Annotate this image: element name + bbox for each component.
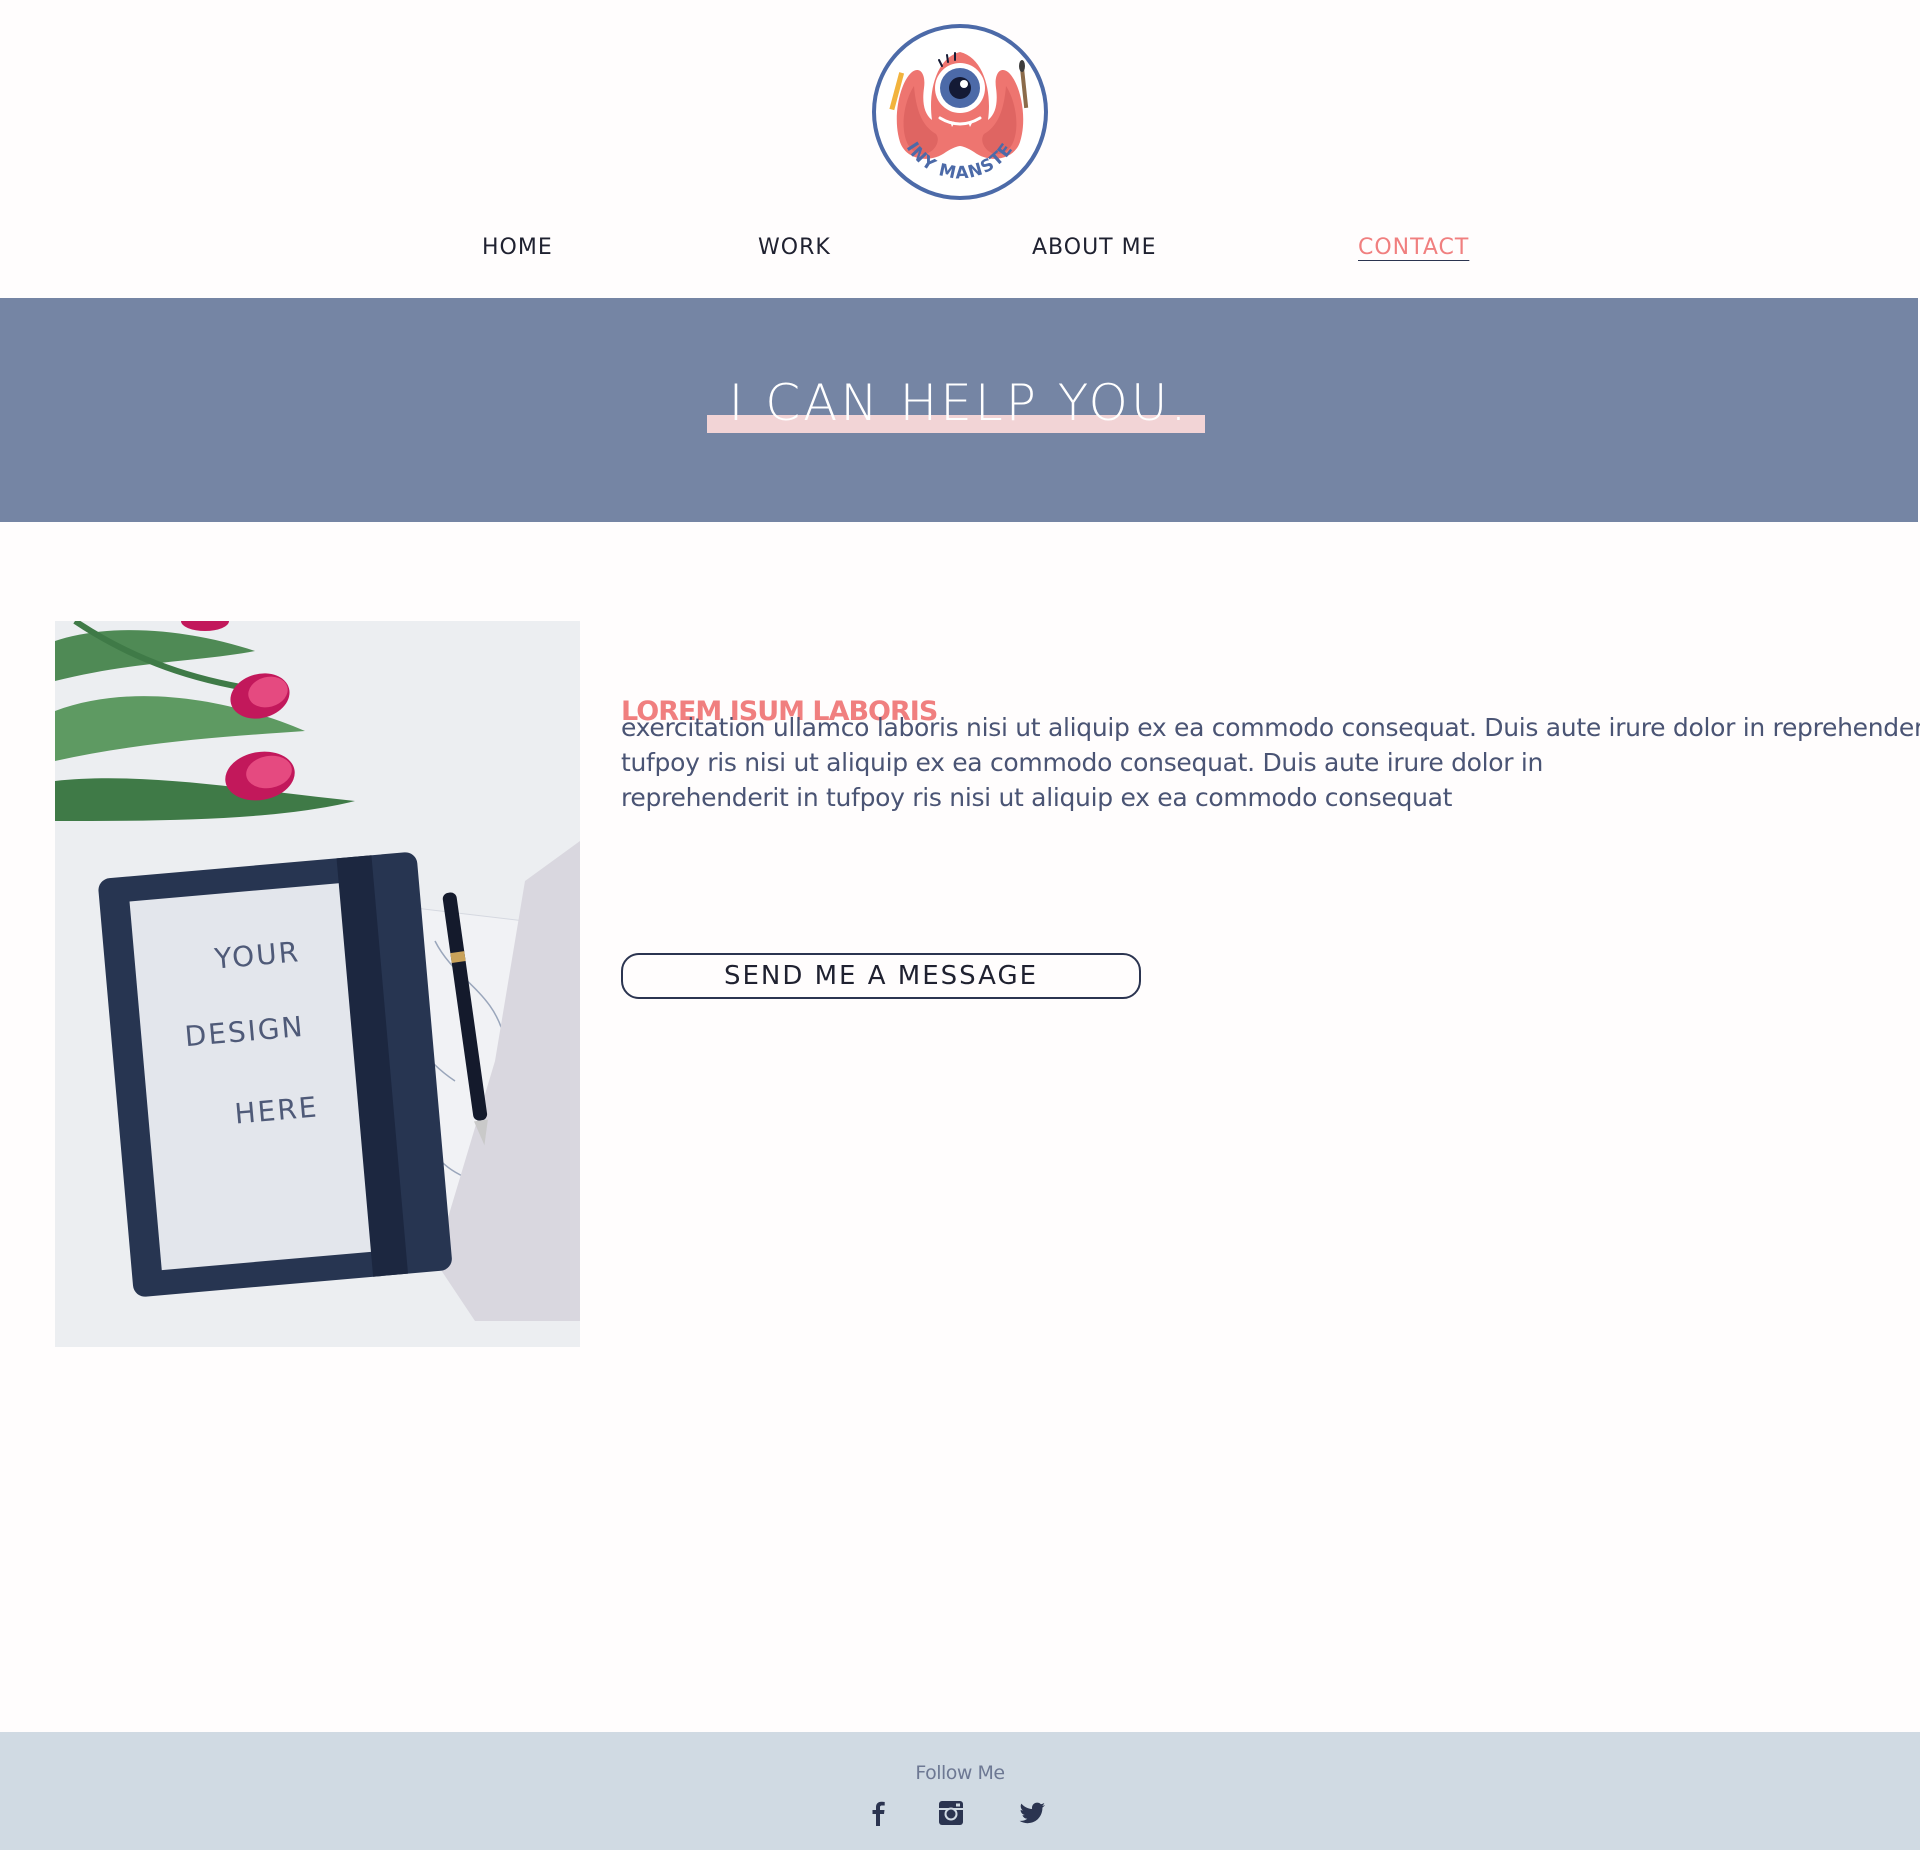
tiny-manster-logo[interactable]: TINY MANSTER — [863, 7, 1050, 202]
facebook-icon[interactable] — [863, 1798, 893, 1828]
page-title: I CAN HELP YOU. — [728, 374, 1190, 432]
paragraph-line: tufpoy ris nisi ut aliquip ex ea commodo… — [621, 748, 1544, 777]
site-header: TINY MANSTER HOME WORK ABOUT ME CONTACT — [0, 0, 1920, 298]
intro-paragraph: exercitation ullamco laboris nisi ut ali… — [621, 710, 1920, 815]
nav-work-link[interactable]: WORK — [758, 235, 831, 260]
nav-contact-link[interactable]: CONTACT — [1358, 235, 1469, 260]
paragraph-line: reprehenderit in tufpoy ris nisi ut aliq… — [621, 783, 1453, 812]
notebook-illustration: YOUR DESIGN HERE — [55, 621, 580, 1347]
send-message-button[interactable]: SEND ME A MESSAGE — [621, 953, 1141, 999]
follow-me-label: Follow Me — [915, 1762, 1005, 1784]
site-footer: Follow Me — [0, 1732, 1920, 1850]
hero-banner: I CAN HELP YOU. — [0, 298, 1918, 522]
twitter-icon[interactable] — [1017, 1798, 1047, 1828]
instagram-icon[interactable] — [936, 1798, 966, 1828]
main-nav: HOME WORK ABOUT ME CONTACT — [0, 235, 1920, 269]
monster-logo-icon: TINY MANSTER — [863, 7, 1048, 200]
notebook-photo: YOUR DESIGN HERE — [55, 621, 580, 1347]
nav-about-link[interactable]: ABOUT ME — [1032, 235, 1157, 260]
nav-home-link[interactable]: HOME — [482, 235, 553, 260]
paragraph-line: exercitation ullamco laboris nisi ut ali… — [621, 713, 1920, 742]
